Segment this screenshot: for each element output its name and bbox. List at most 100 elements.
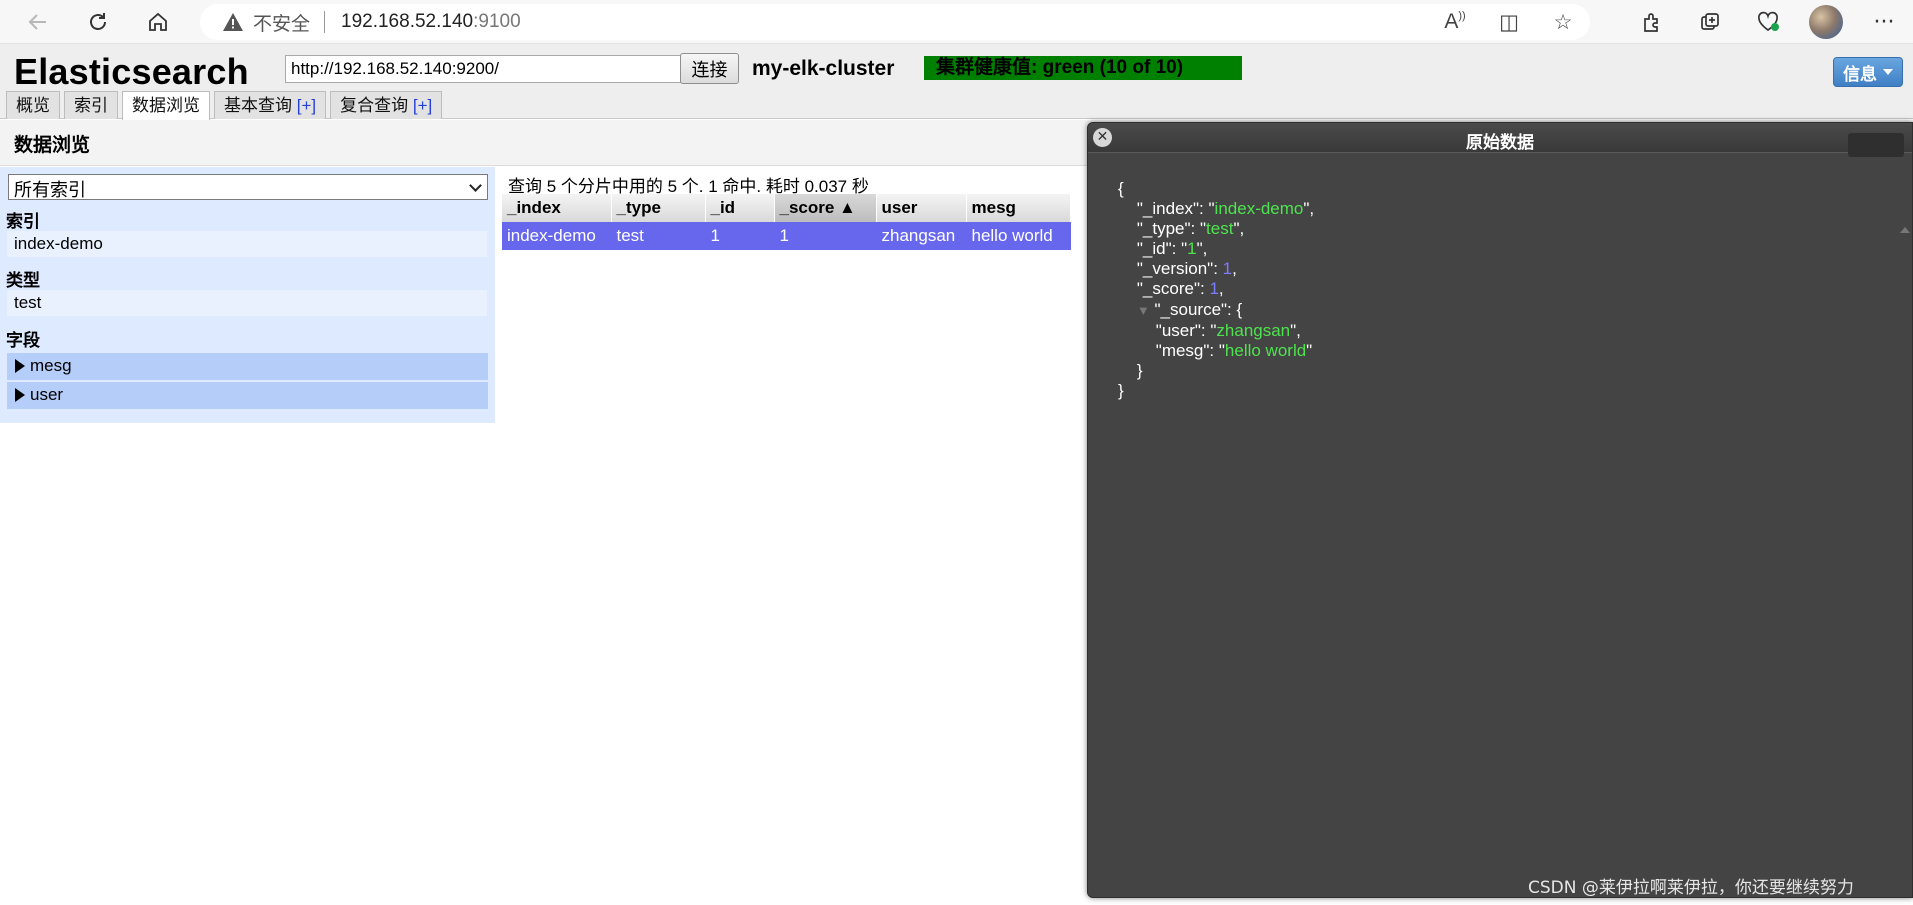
scroll-up-icon[interactable] xyxy=(1900,227,1910,233)
watermark: CSDN @莱伊拉啊莱伊拉，你还要继续努力 xyxy=(1528,878,1854,898)
column-header-mesg[interactable]: mesg xyxy=(966,194,1071,222)
json-line-index: "_index": "index-demo", xyxy=(1118,199,1315,219)
address-bar-actions: A)) ◫ ☆ xyxy=(1428,4,1590,40)
profile-avatar[interactable] xyxy=(1797,5,1855,39)
field-label: mesg xyxy=(30,356,72,375)
reload-icon xyxy=(90,13,106,30)
cluster-url-input[interactable] xyxy=(285,55,681,83)
json-value: index-demo xyxy=(1214,199,1304,219)
field-label: user xyxy=(30,385,64,404)
json-brace-source-close: } xyxy=(1118,360,1143,380)
json-value: 1 xyxy=(1222,259,1233,279)
caret-down-icon xyxy=(1883,69,1893,75)
home-button[interactable] xyxy=(142,6,174,38)
favorite-star-icon[interactable]: ☆ xyxy=(1536,10,1590,35)
tab-structured-query[interactable]: 复合查询 [+] xyxy=(330,91,443,119)
tab-indices[interactable]: 索引 xyxy=(64,91,118,119)
column-header-user[interactable]: user xyxy=(876,194,967,222)
column-header-score[interactable]: _score ▲ xyxy=(774,194,877,222)
dialog-titlebar[interactable]: ✕ 原始数据 xyxy=(1088,123,1912,153)
collections-icon[interactable] xyxy=(1681,11,1739,33)
main-tabs: 概览 索引 数据浏览 基本查询 [+] 复合查询 [+] xyxy=(6,91,443,120)
json-brace-open: { xyxy=(1118,179,1124,198)
dialog-title: 原始数据 xyxy=(1466,133,1534,152)
url-host: 192.168.52.140 xyxy=(341,11,474,32)
column-header-index[interactable]: _index xyxy=(502,194,612,222)
home-icon xyxy=(149,12,167,31)
expand-triangle-icon xyxy=(15,359,25,373)
browse-filter-panel: 所有索引 索引 index-demo 类型 test 字段 mesg user xyxy=(0,167,495,423)
fields-heading: 字段 xyxy=(6,331,40,350)
extensions-icon[interactable] xyxy=(1623,11,1681,33)
type-item[interactable]: test xyxy=(7,290,487,316)
tab-label: 数据浏览 xyxy=(132,96,200,115)
info-button-label: 信息 xyxy=(1843,64,1877,84)
browser-essentials-icon[interactable] xyxy=(1739,11,1797,33)
raw-data-dialog: ✕ 原始数据 { "_index": "index-demo", "_type"… xyxy=(1087,122,1913,898)
app-header: Elasticsearch 连接 my-elk-cluster 集群健康值: g… xyxy=(0,44,1913,120)
insecure-label: 不安全 xyxy=(253,13,311,35)
column-header-type[interactable]: _type xyxy=(611,194,706,222)
field-item-user[interactable]: user xyxy=(7,382,488,409)
browser-extensions: ··· xyxy=(1623,0,1913,44)
json-line-score: "_score": 1, xyxy=(1118,279,1224,299)
json-line-mesg: "mesg": "hello world" xyxy=(1118,340,1313,360)
avatar-image xyxy=(1809,5,1843,39)
json-line-version: "_version": 1, xyxy=(1118,259,1237,279)
section-title: 数据浏览 xyxy=(14,135,91,156)
table-header-row: _index _type _id _score ▲ user mesg xyxy=(502,194,1071,222)
json-value: 1 xyxy=(1209,279,1219,299)
more-menu-icon[interactable]: ··· xyxy=(1855,10,1913,35)
index-select[interactable]: 所有索引 xyxy=(8,174,488,200)
indices-heading: 索引 xyxy=(6,212,40,231)
cell-mesg: hello world xyxy=(966,222,1071,250)
json-viewer: { "_index": "index-demo", "_type": "test… xyxy=(1118,179,1314,401)
results-table: _index _type _id _score ▲ user mesg inde… xyxy=(502,194,1071,250)
info-menu-button[interactable]: 信息 xyxy=(1833,57,1903,87)
address-bar[interactable]: 不安全 192.168.52.140:9100 A)) ◫ ☆ xyxy=(200,4,1590,40)
browser-toolbar: 不安全 192.168.52.140:9100 A)) ◫ ☆ ··· xyxy=(0,0,1913,44)
index-item[interactable]: index-demo xyxy=(7,231,487,257)
url-port: :9100 xyxy=(473,11,521,32)
warning-icon xyxy=(223,13,243,31)
split-screen-icon[interactable]: ◫ xyxy=(1482,10,1536,35)
tab-browser[interactable]: 数据浏览 xyxy=(122,91,210,120)
back-arrow-icon xyxy=(28,14,46,30)
json-value: zhangsan xyxy=(1216,320,1291,340)
cluster-health-badge: 集群健康值: green (10 of 10) xyxy=(924,56,1242,80)
tab-add-link[interactable]: [+] xyxy=(297,96,316,115)
json-line-id: "_id": "1", xyxy=(1118,239,1208,259)
index-select-value: 所有索引 xyxy=(14,180,86,200)
cell-user: zhangsan xyxy=(876,222,967,250)
tab-basic-query[interactable]: 基本查询 [+] xyxy=(214,91,327,119)
chevron-down-icon xyxy=(469,179,482,192)
cell-id: 1 xyxy=(705,222,775,250)
table-row[interactable]: index-demo test 1 1 zhangsan hello world xyxy=(502,222,1071,250)
connect-button[interactable]: 连接 xyxy=(680,53,739,84)
field-item-mesg[interactable]: mesg xyxy=(7,353,488,380)
json-brace-close: } xyxy=(1118,380,1124,400)
reload-button[interactable] xyxy=(82,6,114,38)
address-divider xyxy=(324,11,326,33)
json-line-user: "user": "zhangsan", xyxy=(1118,320,1301,340)
json-line-type: "_type": "test", xyxy=(1118,219,1245,239)
json-value: hello world xyxy=(1224,340,1307,360)
back-button[interactable] xyxy=(22,6,54,38)
cluster-name: my-elk-cluster xyxy=(752,57,895,80)
collapse-triangle-icon[interactable]: ▼ xyxy=(1137,303,1150,318)
dialog-background-button xyxy=(1848,133,1904,157)
column-header-id[interactable]: _id xyxy=(705,194,775,222)
tab-overview[interactable]: 概览 xyxy=(6,91,60,119)
expand-triangle-icon xyxy=(15,388,25,402)
read-aloud-icon[interactable]: A)) xyxy=(1428,10,1482,34)
json-value: 1 xyxy=(1187,239,1197,259)
tab-label: 索引 xyxy=(74,96,108,115)
tab-label: 复合查询 xyxy=(340,96,409,115)
tab-label: 概览 xyxy=(16,96,50,115)
cell-score: 1 xyxy=(774,222,877,250)
json-line-source: ▼ "_source": { xyxy=(1136,299,1243,319)
types-heading: 类型 xyxy=(6,271,40,290)
tab-add-link[interactable]: [+] xyxy=(413,96,432,115)
cell-index: index-demo xyxy=(502,222,612,250)
app-title: Elasticsearch xyxy=(14,51,249,92)
